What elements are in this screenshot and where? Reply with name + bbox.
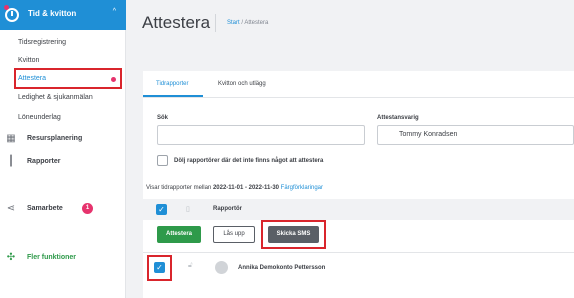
sidebar-item-loneunderlag[interactable]: Löneunderlag xyxy=(18,114,61,121)
calendar-icon: ▦ xyxy=(6,133,16,144)
highlight-box-send-sms xyxy=(261,220,326,249)
clock-icon xyxy=(5,8,19,22)
sidebar-item-label: Fler funktioner xyxy=(27,254,77,261)
puzzle-icon: ✣ xyxy=(6,252,16,263)
breadcrumb-home-link[interactable]: Start xyxy=(227,20,240,26)
row-divider xyxy=(143,252,574,253)
reporter-name[interactable]: Annika Demokonto Pettersson xyxy=(238,265,325,271)
column-header-reporter: Rapportör xyxy=(213,206,242,212)
tab-divider xyxy=(143,97,574,98)
sidebar-item-kvitton[interactable]: Kvitton xyxy=(18,57,39,64)
search-input[interactable] xyxy=(157,125,365,145)
date-range-dates: 2022-11-01 - 2022-11-30 xyxy=(212,185,279,191)
sidebar-item-label: Rapporter xyxy=(27,158,61,165)
unlock-button[interactable]: Lås upp xyxy=(213,226,255,243)
select-all-checkbox[interactable]: ✓ xyxy=(156,204,167,215)
date-range-prefix: Visar tidrapporter mellan xyxy=(146,185,212,191)
page-title: Attestera xyxy=(142,13,211,32)
tab-kvitton-och-utlagg[interactable]: Kvitton och utlägg xyxy=(218,81,266,87)
search-label: Sök xyxy=(157,115,169,121)
approver-select[interactable]: Tommy Konradsen xyxy=(377,125,574,145)
sidebar-item-ledighet[interactable]: Ledighet & sjukanmälan xyxy=(18,94,93,101)
avatar xyxy=(215,261,228,274)
lock-icon: 🔓︎ xyxy=(188,262,193,269)
approve-button[interactable]: Attestera xyxy=(157,226,201,243)
bar-chart-icon: ┃ xyxy=(7,156,15,167)
color-legend-link[interactable]: Färgförklaringar xyxy=(281,185,323,191)
tab-tidrapporter[interactable]: Tidrapporter xyxy=(156,81,188,87)
highlight-box-row-checkbox xyxy=(147,255,172,281)
sidebar-item-resursplanering[interactable]: ▦ Resursplanering xyxy=(0,130,126,150)
lock-icon: ▯ xyxy=(186,206,190,213)
notification-dot xyxy=(4,5,9,10)
sidebar-item-samarbete[interactable]: ⋖ Samarbete 1 xyxy=(0,200,126,220)
hide-reporters-checkbox[interactable] xyxy=(157,155,168,166)
approver-label: Attestansvarig xyxy=(377,115,419,121)
sidebar: Tid & kvitton ^ Tidsregistrering Kvitton… xyxy=(0,0,126,298)
header-divider xyxy=(215,14,216,32)
sidebar-item-label: Resursplanering xyxy=(27,135,83,142)
breadcrumb: Start / Attestera xyxy=(227,20,268,26)
sidebar-item-rapporter[interactable]: ┃ Rapporter xyxy=(0,153,126,173)
breadcrumb-current: Attestera xyxy=(244,20,269,26)
samarbete-badge: 1 xyxy=(82,203,93,214)
chevron-up-icon[interactable]: ^ xyxy=(113,8,116,15)
sidebar-section-title: Tid & kvitton xyxy=(28,9,77,18)
date-range-text: Visar tidrapporter mellan 2022-11-01 - 2… xyxy=(146,185,323,191)
table-header: ✓ ▯ Rapportör xyxy=(143,199,574,220)
share-icon: ⋖ xyxy=(6,203,16,214)
main-card: Tidrapporter Kvitton och utlägg Sök Atte… xyxy=(143,71,574,298)
sidebar-item-fler-funktioner[interactable]: ✣ Fler funktioner xyxy=(0,249,126,269)
highlight-box-attestera xyxy=(14,68,122,89)
sidebar-section-tid-kvitton[interactable]: Tid & kvitton ^ xyxy=(0,0,126,30)
sidebar-item-tidsregistrering[interactable]: Tidsregistrering xyxy=(18,39,66,46)
hide-reporters-label: Dölj rapportörer där det inte finns någo… xyxy=(174,158,324,164)
sidebar-item-label: Samarbete xyxy=(27,205,63,212)
